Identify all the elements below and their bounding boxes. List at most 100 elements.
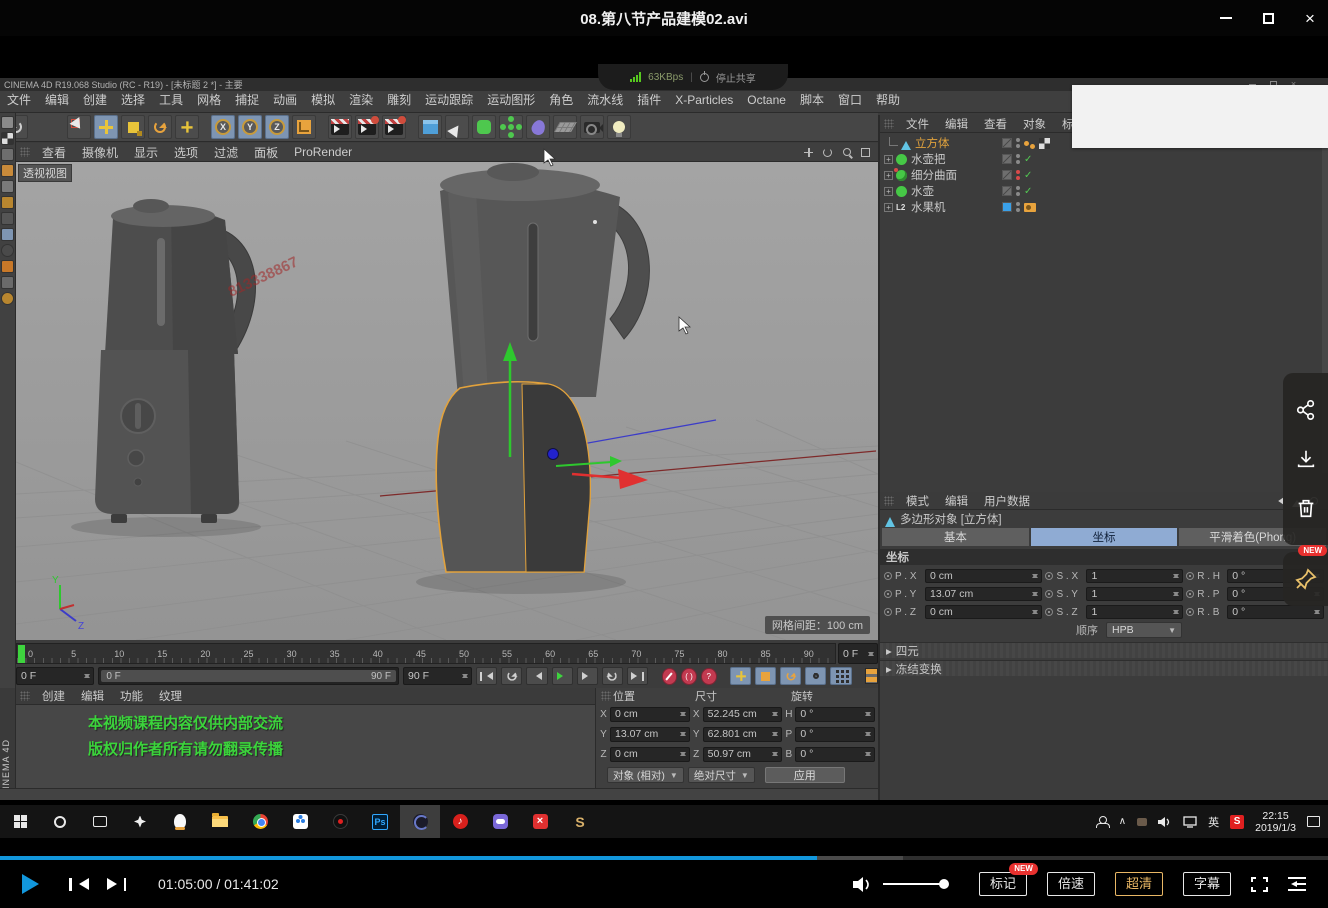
render-picture-button[interactable] — [355, 115, 379, 139]
c4d-menu-item[interactable]: 选择 — [114, 91, 152, 108]
layer-color-icon[interactable] — [1002, 202, 1012, 212]
add-environment-button[interactable] — [553, 115, 577, 139]
screen-recorder-button[interactable] — [320, 805, 360, 838]
pin-chip[interactable]: NEW — [1283, 552, 1328, 606]
size-field[interactable]: 50.97 cm — [703, 747, 783, 762]
c4d-menu-item[interactable]: 网格 — [190, 91, 228, 108]
playlist-icon[interactable] — [1288, 877, 1306, 891]
keyframe-selection-button[interactable]: ? — [701, 668, 717, 685]
s-field[interactable]: 1 — [1086, 605, 1183, 619]
spinner-icon[interactable] — [1173, 589, 1180, 599]
timeline-playhead[interactable] — [18, 645, 25, 663]
play-button[interactable] — [22, 874, 39, 894]
size-field[interactable]: 52.245 cm — [703, 707, 783, 722]
viewport-menu-item[interactable]: 查看 — [34, 144, 74, 161]
c4d-menu-item[interactable]: 窗口 — [831, 91, 869, 108]
texture-mode-icon[interactable] — [1, 132, 14, 145]
red-x-app-button[interactable]: × — [520, 805, 560, 838]
close-button[interactable]: × — [1302, 10, 1318, 26]
visibility-dots-icon[interactable] — [1016, 186, 1020, 196]
cloud-app-button[interactable] — [280, 805, 320, 838]
add-generator-button[interactable] — [472, 115, 496, 139]
expand-icon[interactable]: + — [884, 203, 893, 212]
enabled-check-icon[interactable]: ✓ — [1024, 154, 1032, 165]
subtitle-button[interactable]: 字幕 — [1183, 872, 1231, 896]
material-menu-item[interactable]: 创建 — [34, 688, 73, 704]
c4d-menu-item[interactable]: 流水线 — [580, 91, 630, 108]
viewport-menu-item[interactable]: 过滤 — [206, 144, 246, 161]
object-row-handle[interactable]: + 水壶把 ✓ — [880, 151, 1328, 167]
camera-tag-icon[interactable] — [1024, 203, 1036, 212]
viewport-menu-item[interactable]: 显示 — [126, 144, 166, 161]
minimize-button[interactable] — [1218, 10, 1234, 26]
snap-disc-icon[interactable] — [1, 244, 14, 257]
add-cube-button[interactable] — [418, 115, 442, 139]
r-field[interactable]: 0 ° — [1227, 605, 1324, 619]
texture-tag-icon[interactable] — [1039, 138, 1050, 149]
c4d-menu-item[interactable]: 工具 — [152, 91, 190, 108]
c4d-menu-item[interactable]: 编辑 — [38, 91, 76, 108]
next-frame-button[interactable] — [577, 667, 598, 685]
p-field[interactable]: 13.07 cm — [925, 587, 1042, 601]
key-circle-icon[interactable] — [1045, 608, 1053, 616]
delete-icon[interactable] — [1295, 497, 1317, 519]
frame-start-field[interactable]: 0 F — [16, 667, 94, 685]
add-camera-button[interactable] — [580, 115, 604, 139]
view-toggle-icon[interactable] — [859, 146, 872, 159]
play-reverse-button[interactable] — [501, 667, 522, 685]
order-dropdown[interactable]: HPB ▼ — [1106, 622, 1182, 638]
action-center-icon[interactable] — [1307, 816, 1320, 827]
lock-x-button[interactable]: X — [211, 115, 235, 139]
panel-grip-icon[interactable] — [20, 691, 30, 701]
redo-button[interactable] — [31, 115, 55, 139]
spinner-icon[interactable] — [865, 729, 872, 739]
c4d-menu-item[interactable]: 角色 — [542, 91, 580, 108]
viewport-menu-item[interactable]: ProRender — [286, 145, 360, 159]
spinner-icon[interactable] — [868, 649, 875, 659]
pinwheel-app-button[interactable] — [120, 805, 160, 838]
c4d-menu-item[interactable]: 文件 — [0, 91, 38, 108]
layer-icon[interactable] — [1002, 170, 1012, 180]
frame-end-field[interactable]: 90 F — [403, 667, 472, 685]
spinner-icon[interactable] — [1032, 571, 1039, 581]
share-icon[interactable] — [1295, 399, 1317, 421]
s-field[interactable]: 1 — [1086, 569, 1183, 583]
apply-button[interactable]: 应用 — [765, 767, 845, 783]
object-menu-item[interactable]: 编辑 — [937, 116, 976, 132]
enable-axis-icon[interactable] — [1, 212, 14, 225]
next-video-button[interactable] — [107, 878, 127, 891]
spinner-icon[interactable] — [680, 749, 687, 759]
panel-grip-icon[interactable] — [20, 147, 30, 157]
spinner-icon[interactable] — [865, 709, 872, 719]
clock[interactable]: 22:15 2019/1/3 — [1255, 810, 1296, 834]
object-menu-item[interactable]: 对象 — [1015, 116, 1054, 132]
visibility-dots-icon[interactable] — [1016, 154, 1020, 164]
prev-frame-button[interactable] — [526, 667, 547, 685]
spinner-icon[interactable] — [772, 729, 779, 739]
spinner-icon[interactable] — [1173, 607, 1180, 617]
key-circle-icon[interactable] — [1045, 590, 1053, 598]
maximize-button[interactable] — [1260, 10, 1276, 26]
cinema4d-taskbar-button[interactable] — [400, 805, 440, 838]
spinner-icon[interactable] — [462, 671, 469, 681]
coord-system-button[interactable] — [292, 115, 316, 139]
goto-start-button[interactable] — [476, 667, 497, 685]
spinner-icon[interactable] — [772, 709, 779, 719]
sogou-icon[interactable]: S — [1230, 815, 1244, 829]
tray-app-icon[interactable] — [1137, 818, 1147, 826]
add-mograph-button[interactable] — [499, 115, 523, 139]
rotation-field[interactable]: 0 ° — [795, 727, 875, 742]
timeline-ruler[interactable]: 051015202530354045505560657075808590 — [16, 643, 836, 664]
live-selection-button[interactable] — [67, 115, 91, 139]
key-parameter-button[interactable]: P — [805, 667, 826, 685]
quality-button[interactable]: 超清 — [1115, 872, 1163, 896]
add-spline-button[interactable] — [445, 115, 469, 139]
volume-icon[interactable] — [1158, 816, 1172, 828]
visibility-dots-icon[interactable] — [1016, 170, 1020, 180]
key-scale-button[interactable] — [755, 667, 776, 685]
download-icon[interactable] — [1295, 448, 1317, 470]
lock-z-button[interactable]: Z — [265, 115, 289, 139]
key-circle-icon[interactable] — [1186, 590, 1194, 598]
attribute-menu-item[interactable]: 编辑 — [937, 493, 976, 509]
key-rotation-button[interactable] — [780, 667, 801, 685]
